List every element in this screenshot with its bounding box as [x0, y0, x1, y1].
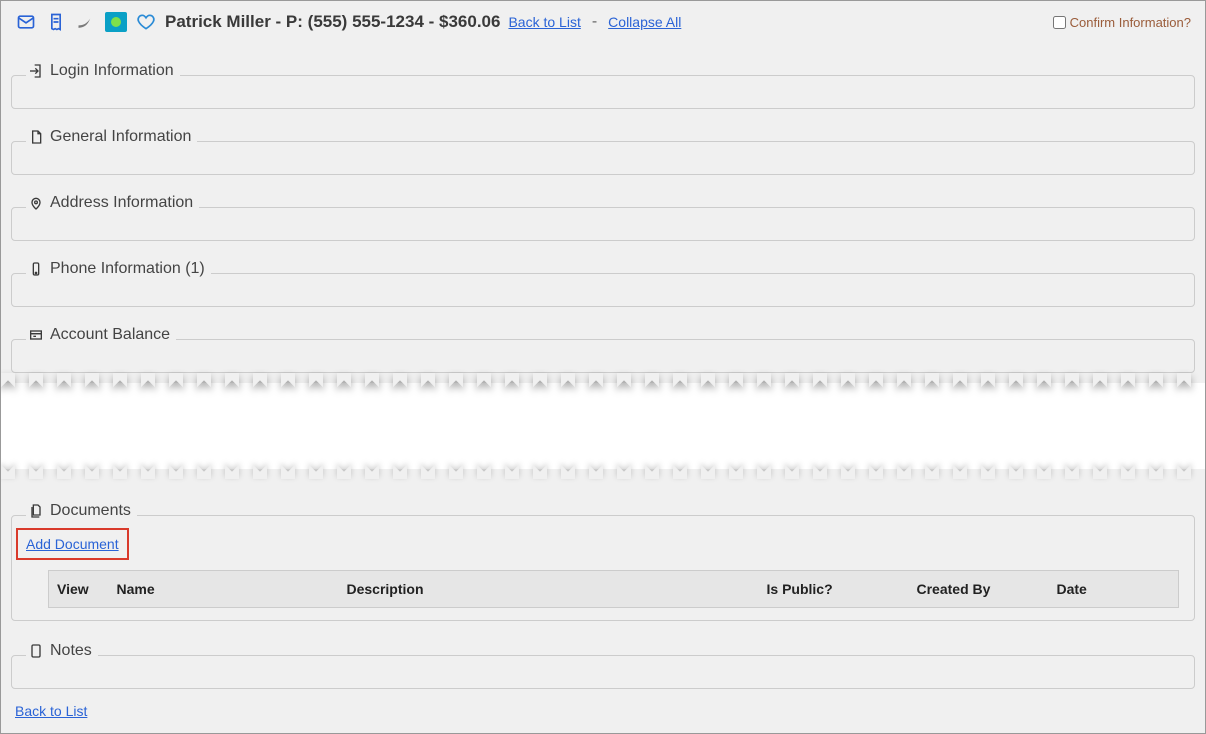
confirm-info-toggle[interactable]: Confirm Information?: [1053, 15, 1191, 30]
documents-table: View Name Description Is Public? Created…: [48, 570, 1179, 608]
col-created-by[interactable]: Created By: [909, 571, 1049, 608]
section-phone-label: Phone Information (1): [50, 260, 205, 278]
back-to-list-link[interactable]: Back to List: [508, 14, 580, 30]
section-login-label: Login Information: [50, 62, 174, 80]
col-is-public[interactable]: Is Public?: [759, 571, 909, 608]
add-document-link[interactable]: Add Document: [26, 536, 119, 552]
confirm-info-checkbox[interactable]: [1053, 16, 1066, 29]
section-documents: Documents Add Document View Name Descrip…: [11, 515, 1195, 621]
back-to-list-footer[interactable]: Back to List: [15, 703, 87, 719]
heart-icon[interactable]: [135, 11, 157, 33]
receipt-icon[interactable]: [45, 11, 67, 33]
section-general-label: General Information: [50, 128, 191, 146]
mail-icon[interactable]: [15, 11, 37, 33]
col-name[interactable]: Name: [109, 571, 339, 608]
section-documents-label: Documents: [50, 502, 131, 520]
collapse-all-link[interactable]: Collapse All: [608, 14, 681, 30]
login-icon: [28, 63, 44, 79]
section-balance-label: Account Balance: [50, 326, 170, 344]
separator: -: [589, 13, 600, 31]
content-break: [1, 383, 1205, 469]
col-view[interactable]: View: [49, 571, 109, 608]
col-date[interactable]: Date: [1049, 571, 1179, 608]
notes-icon: [28, 643, 44, 659]
document-icon: [28, 129, 44, 145]
confirm-info-label: Confirm Information?: [1070, 15, 1191, 30]
balance-icon: [28, 327, 44, 343]
page-title: Patrick Miller - P: (555) 555-1234 - $36…: [165, 12, 500, 32]
section-login[interactable]: Login Information: [11, 75, 1195, 109]
phone-icon: [28, 261, 44, 277]
pin-icon: [28, 195, 44, 211]
section-balance[interactable]: Account Balance: [11, 339, 1195, 373]
section-notes-label: Notes: [50, 642, 92, 660]
section-notes[interactable]: Notes: [11, 655, 1195, 689]
col-description[interactable]: Description: [339, 571, 759, 608]
section-general[interactable]: General Information: [11, 141, 1195, 175]
section-address-label: Address Information: [50, 194, 193, 212]
documents-icon: [28, 503, 44, 519]
add-document-highlight: Add Document: [16, 528, 129, 560]
section-phone[interactable]: Phone Information (1): [11, 273, 1195, 307]
camera-icon[interactable]: [105, 11, 127, 33]
section-address[interactable]: Address Information: [11, 207, 1195, 241]
wing-icon[interactable]: [75, 11, 97, 33]
